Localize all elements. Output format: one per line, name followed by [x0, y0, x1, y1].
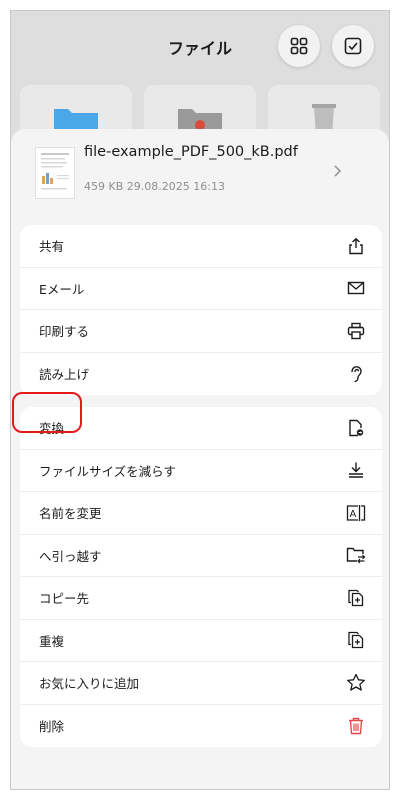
- copy-to-button[interactable]: コピー先: [20, 577, 382, 620]
- file-date: 29.08.2025 16:13: [126, 180, 225, 193]
- top-bar: ファイル: [11, 11, 389, 81]
- row-label: お気に入りに追加: [39, 676, 140, 692]
- trash-icon: [346, 716, 366, 736]
- move-folder-icon: [346, 545, 366, 565]
- pdf-thumbnail: [35, 147, 75, 199]
- email-button[interactable]: Eメール: [20, 268, 382, 310]
- rename-button[interactable]: 名前を変更 A: [20, 492, 382, 535]
- row-label: Eメール: [39, 281, 85, 297]
- share-button[interactable]: 共有: [20, 225, 382, 268]
- duplicate-icon: [346, 630, 366, 650]
- share-actions-group: 共有 Eメール 印刷する 読み上げ: [20, 225, 382, 395]
- select-button[interactable]: [332, 25, 374, 67]
- copy-icon: [346, 588, 366, 608]
- ear-icon: [346, 364, 366, 384]
- row-label: 変換: [39, 421, 65, 437]
- checkbox-icon: [344, 37, 362, 55]
- row-label: 削除: [39, 719, 65, 735]
- action-sheet: file-example_PDF_500_kB.pdf 459 KB 29.08…: [11, 129, 389, 789]
- highlight-annotation: [12, 392, 82, 433]
- row-label: 名前を変更: [39, 506, 102, 522]
- chevron-right-icon: [334, 165, 342, 177]
- delete-button[interactable]: 削除: [20, 705, 382, 748]
- read-aloud-button[interactable]: 読み上げ: [20, 353, 382, 396]
- star-icon: [346, 673, 366, 693]
- row-label: ファイルサイズを減らす: [39, 463, 176, 479]
- row-label: コピー先: [39, 591, 90, 607]
- duplicate-button[interactable]: 重複: [20, 620, 382, 662]
- file-size: 459 KB: [84, 180, 124, 193]
- pdf-page-icon: [41, 153, 69, 190]
- grid-view-button[interactable]: [278, 25, 320, 67]
- grid-icon: [290, 37, 308, 55]
- file-actions-group: 変換 ファイルサイズを減らす 名前を変更 A へ引っ越す コピー先 重複 お気に…: [20, 407, 382, 747]
- move-to-button[interactable]: へ引っ越す: [20, 535, 382, 577]
- reduce-size-icon: [346, 460, 366, 480]
- file-name: file-example_PDF_500_kB.pdf: [84, 144, 298, 160]
- printer-icon: [346, 321, 366, 341]
- envelope-icon: [346, 278, 366, 298]
- row-label: 読み上げ: [39, 367, 90, 383]
- row-label: 印刷する: [39, 324, 90, 340]
- svg-text:A: A: [350, 509, 357, 520]
- convert-document-icon: [346, 418, 366, 438]
- rename-icon: A: [346, 503, 366, 523]
- file-meta: 459 KB 29.08.2025 16:13: [84, 180, 225, 193]
- print-button[interactable]: 印刷する: [20, 310, 382, 353]
- row-label: 共有: [39, 239, 65, 255]
- reduce-file-size-button[interactable]: ファイルサイズを減らす: [20, 450, 382, 492]
- file-info-row[interactable]: file-example_PDF_500_kB.pdf 459 KB 29.08…: [11, 129, 389, 221]
- row-label: へ引っ越す: [39, 548, 102, 564]
- row-label: 重複: [39, 633, 65, 649]
- add-to-favorites-button[interactable]: お気に入りに追加: [20, 662, 382, 705]
- share-icon: [346, 236, 366, 256]
